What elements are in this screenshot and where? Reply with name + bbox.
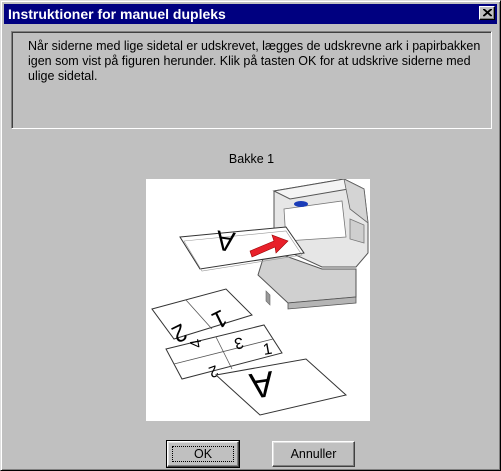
page-label-a-top: A [214,224,237,257]
printer-led [294,201,308,207]
duplex-illustration: A 1 2 3 4 1 2 A [146,178,370,421]
tray-label: Bakke 1 [228,152,275,166]
ok-label: OK [193,447,213,461]
ok-button[interactable]: OK [166,440,240,468]
instruction-panel: Når siderne med lige sidetal er udskreve… [11,31,492,129]
instruction-text: Når siderne med lige sidetal er udskreve… [28,39,481,83]
dialog-window: Instruktioner for manuel dupleks Når sid… [0,0,501,471]
cancel-button[interactable]: Annuller [272,441,355,467]
window-title: Instruktioner for manuel dupleks [8,6,226,22]
printer-illustration: A 1 2 3 4 1 2 A [151,178,369,416]
cancel-label: Annuller [290,447,337,461]
close-button[interactable] [479,6,495,20]
title-bar[interactable]: Instruktioner for manuel dupleks [4,4,497,24]
close-icon [483,9,492,17]
